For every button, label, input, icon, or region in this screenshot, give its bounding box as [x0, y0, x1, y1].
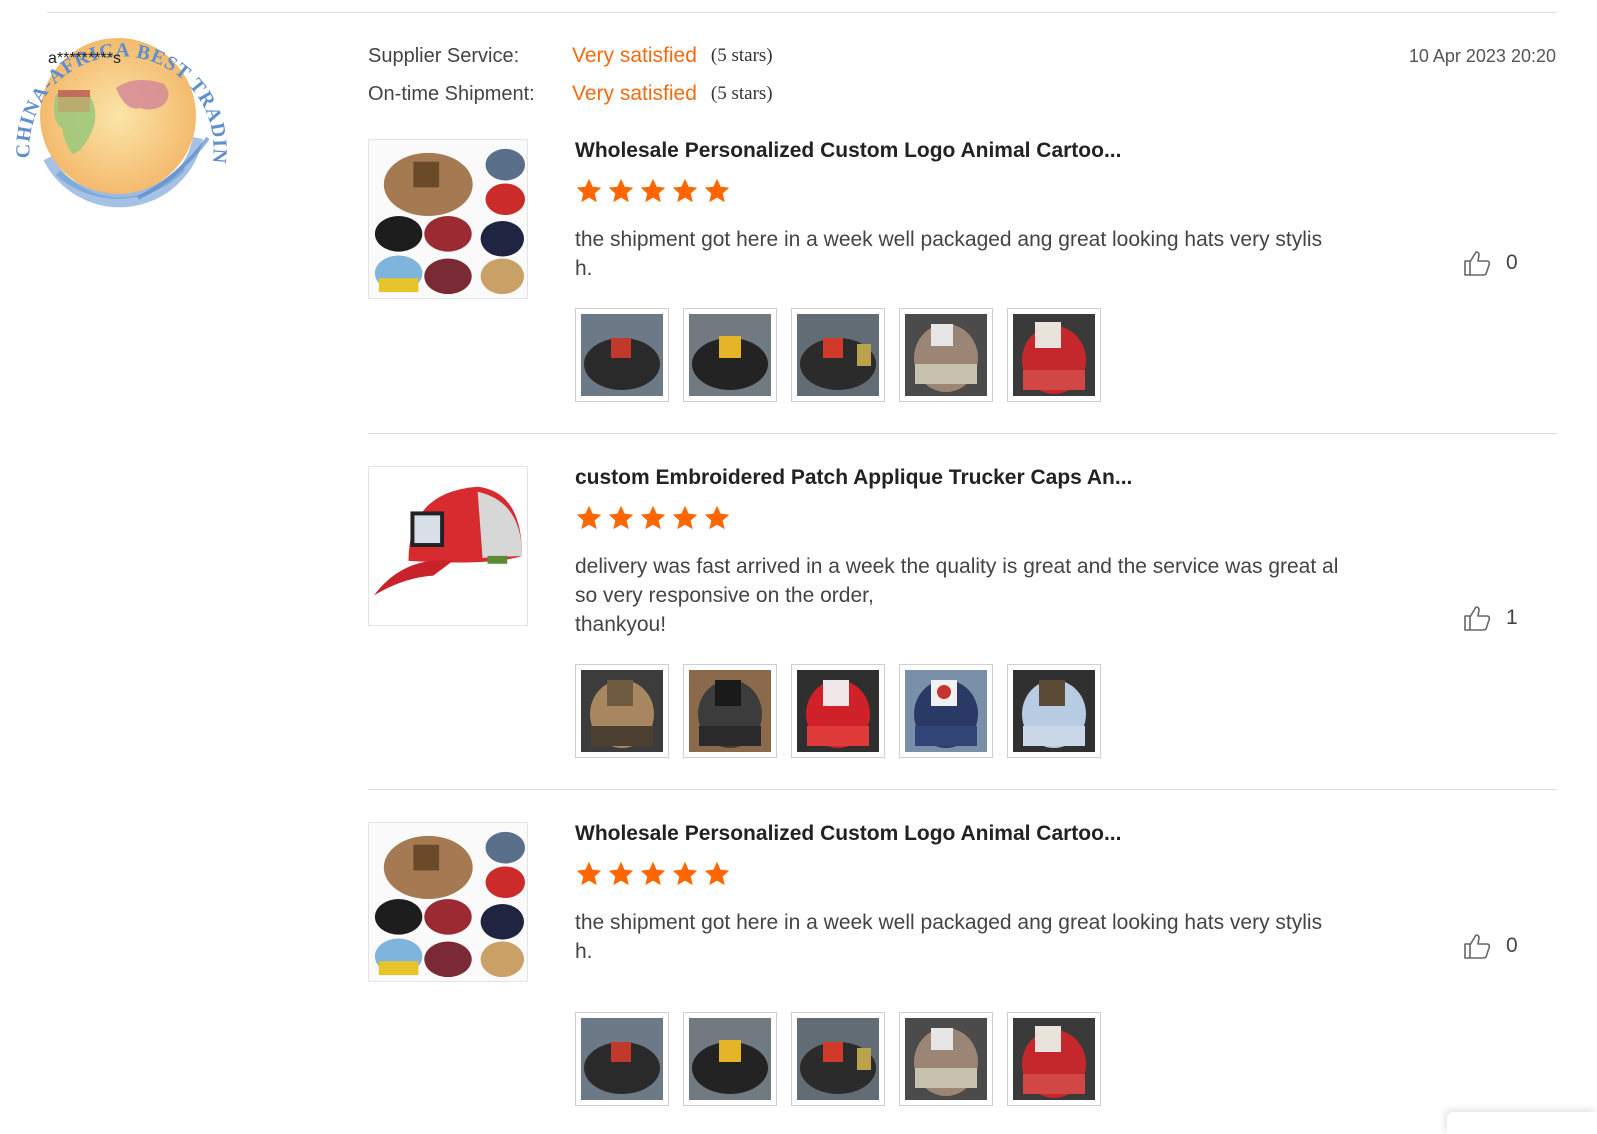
- black-cap-red-patch-photo: [581, 314, 663, 396]
- like-button[interactable]: 0: [1462, 931, 1518, 961]
- review-star-rating: [575, 504, 731, 532]
- star-icon: [576, 178, 602, 203]
- rating-stars-text: (5 stars): [710, 83, 773, 104]
- review-photo[interactable]: [575, 664, 669, 758]
- review-photo[interactable]: [575, 308, 669, 402]
- ontime-shipment-rating: On-time Shipment: Very satisfied (5 star…: [368, 82, 773, 106]
- reviewer-name: a*********s: [48, 50, 121, 67]
- like-button[interactable]: 1: [1462, 603, 1518, 633]
- china-africa-logo: CHINA-AFRICA BEST TRADING PLATFORM: [0, 0, 230, 208]
- red-cap-goat-patch-photo: [1013, 314, 1095, 396]
- star-icon: [608, 505, 634, 530]
- review-photos: [575, 664, 1101, 758]
- review-photo[interactable]: [1007, 308, 1101, 402]
- review-comment: the shipment got here in a week well pac…: [575, 911, 1323, 963]
- review-star-rating: [575, 177, 731, 205]
- review-photo[interactable]: [1007, 1012, 1101, 1106]
- review-photo[interactable]: [899, 308, 993, 402]
- like-count: 1: [1506, 606, 1518, 629]
- star-icon: [704, 861, 730, 886]
- product-title-link[interactable]: custom Embroidered Patch Applique Trucke…: [575, 466, 1132, 490]
- review-photo[interactable]: [899, 664, 993, 758]
- star-icon: [576, 861, 602, 886]
- light-blue-cap-patch-photo: [1013, 670, 1095, 752]
- review-photos: [575, 1012, 1101, 1106]
- like-count: 0: [1506, 934, 1518, 957]
- product-thumbnail[interactable]: [368, 822, 528, 982]
- product-thumbnail[interactable]: [368, 139, 528, 299]
- star-icon: [640, 861, 666, 886]
- black-cap-yellow-patch-photo: [689, 314, 771, 396]
- review-photo[interactable]: [575, 1012, 669, 1106]
- product-title-link[interactable]: Wholesale Personalized Custom Logo Anima…: [575, 822, 1121, 846]
- review-photo[interactable]: [683, 1012, 777, 1106]
- review-star-rating: [575, 860, 731, 888]
- rating-label: Supplier Service:: [368, 44, 520, 67]
- rating-label: On-time Shipment:: [368, 82, 535, 105]
- brown-cap-lion-patch-photo: [581, 670, 663, 752]
- review-divider: [368, 433, 1557, 434]
- product-thumbnail[interactable]: [368, 466, 528, 626]
- rating-stars-text: (5 stars): [710, 45, 773, 66]
- floating-panel-edge: [1447, 1112, 1597, 1134]
- star-icon: [704, 178, 730, 203]
- star-icon: [576, 505, 602, 530]
- review-photo[interactable]: [791, 664, 885, 758]
- review-photo[interactable]: [791, 308, 885, 402]
- review-photo[interactable]: [899, 1012, 993, 1106]
- globe-logo-icon: CHINA-AFRICA BEST TRADING PLATFORM: [0, 0, 230, 208]
- review-photo[interactable]: [683, 308, 777, 402]
- review-photo[interactable]: [683, 664, 777, 758]
- star-icon: [704, 505, 730, 530]
- star-icon: [640, 505, 666, 530]
- review-comment: the shipment got here in a week well pac…: [575, 228, 1323, 280]
- beige-cap-white-patch-photo: [905, 314, 987, 396]
- like-button[interactable]: 0: [1462, 248, 1518, 278]
- black-cap-yellow-patch-photo: [689, 1018, 771, 1100]
- multi-cap-grid-image: [369, 823, 527, 981]
- black-cap-red-patch-mesh-photo: [797, 314, 879, 396]
- supplier-service-rating: Supplier Service: Very satisfied (5 star…: [368, 44, 773, 68]
- navy-cap-rooster-patch-photo: [905, 670, 987, 752]
- star-icon: [672, 861, 698, 886]
- like-count: 0: [1506, 251, 1518, 274]
- rating-value: Very satisfied: [572, 44, 697, 67]
- thumbs-up-icon: [1464, 606, 1491, 631]
- star-icon: [608, 861, 634, 886]
- multi-cap-grid-image: [369, 140, 527, 298]
- star-icon: [640, 178, 666, 203]
- red-cap-goat-patch-photo: [1013, 1018, 1095, 1100]
- thumbs-up-icon: [1464, 934, 1491, 959]
- top-divider: [47, 12, 1556, 13]
- thumbs-up-icon: [1464, 251, 1491, 276]
- red-trucker-cap-image: [369, 467, 527, 625]
- black-cap-red-patch-photo: [581, 1018, 663, 1100]
- star-icon: [672, 505, 698, 530]
- beige-cap-white-patch-photo: [905, 1018, 987, 1100]
- black-cap-red-patch-mesh-photo: [797, 1018, 879, 1100]
- review-comment: delivery was fast arrived in a week the …: [575, 555, 1339, 636]
- review-photos: [575, 308, 1101, 402]
- red-cap-bull-patch-photo: [797, 670, 879, 752]
- rating-value: Very satisfied: [572, 82, 697, 105]
- star-icon: [608, 178, 634, 203]
- product-title-link[interactable]: Wholesale Personalized Custom Logo Anima…: [575, 139, 1121, 163]
- review-date: 10 Apr 2023 20:20: [1408, 46, 1556, 66]
- review-divider: [368, 789, 1557, 790]
- black-cap-panther-patch-photo: [689, 670, 771, 752]
- review-photo[interactable]: [791, 1012, 885, 1106]
- star-icon: [672, 178, 698, 203]
- review-photo[interactable]: [1007, 664, 1101, 758]
